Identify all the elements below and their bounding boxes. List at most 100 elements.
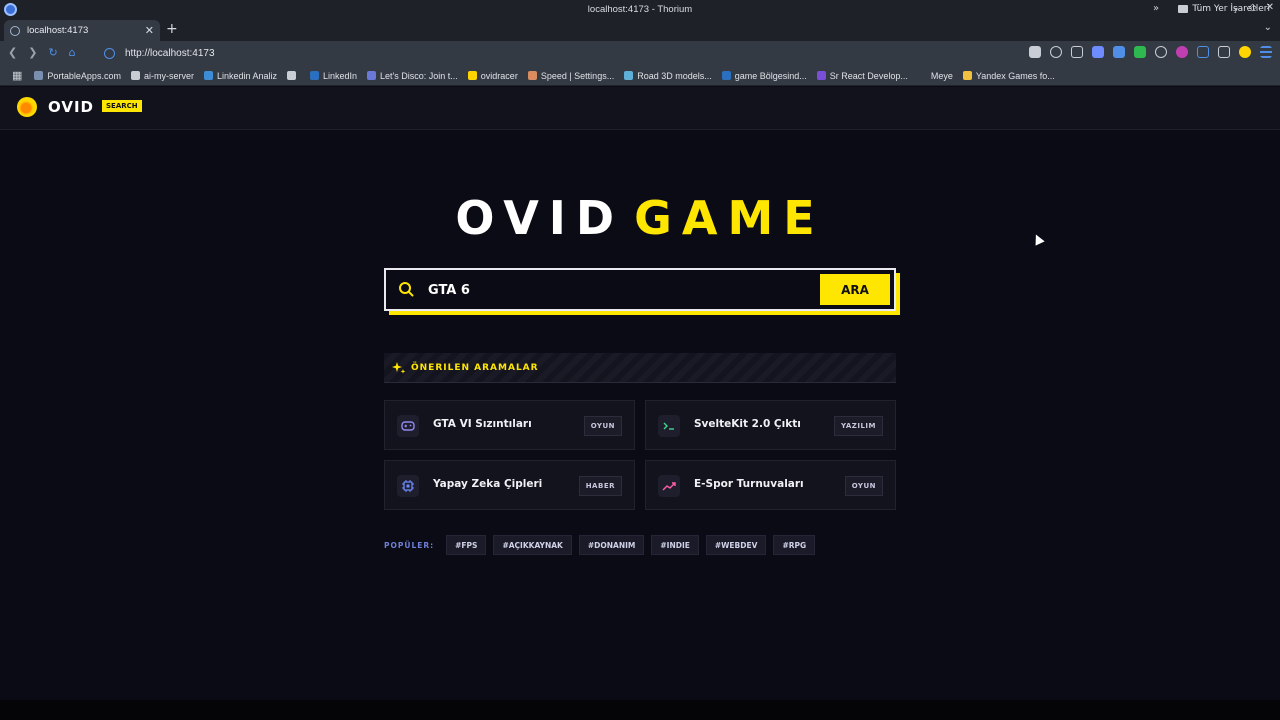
tag-chip-fps[interactable]: #FPS xyxy=(446,535,487,555)
bookmark-label: Road 3D models... xyxy=(637,70,712,81)
bookmark-item[interactable]: Speed | Settings... xyxy=(527,70,615,81)
search-input[interactable] xyxy=(428,279,808,301)
search-box: ARA xyxy=(384,268,896,311)
logo-icon[interactable] xyxy=(17,97,37,117)
tag-chip-donanim[interactable]: #DONANIM xyxy=(578,535,645,555)
forward-icon[interactable]: ❯ xyxy=(28,46,37,59)
folder-icon xyxy=(1178,5,1189,13)
site-header: OVID SEARCH xyxy=(0,87,1280,130)
close-tab-icon[interactable]: ✕ xyxy=(145,24,154,37)
new-tab-icon[interactable]: + xyxy=(166,21,178,37)
bookmark-item[interactable]: Let's Disco: Join t... xyxy=(367,71,458,81)
shield-extension-icon[interactable] xyxy=(1092,46,1104,58)
bookmark-favicon-icon xyxy=(917,71,927,80)
site-info-icon[interactable] xyxy=(104,48,115,59)
bookmark-favicon-icon xyxy=(962,71,972,80)
suggestion-title: GTA VI Sızıntıları xyxy=(433,418,532,430)
circle-extension-icon[interactable] xyxy=(1176,46,1188,58)
bookmark-item[interactable]: game Bölgesind... xyxy=(721,70,807,81)
window-title: localhost:4173 - Thorium xyxy=(587,4,693,15)
bottom-bar xyxy=(0,700,1280,720)
suggestion-tag: HABER xyxy=(578,476,622,496)
suggestion-card-esports[interactable]: E-Spor Turnuvaları OYUN xyxy=(645,460,896,510)
bookmark-label: game Bölgesind... xyxy=(734,70,807,81)
address-bar[interactable]: http://localhost:4173 xyxy=(100,44,980,63)
bookmark-favicon-icon xyxy=(203,71,213,80)
share-icon[interactable] xyxy=(1050,46,1062,58)
bookmark-label: Speed | Settings... xyxy=(540,70,615,81)
tag-chip-webdev[interactable]: #WEBDEV xyxy=(705,535,767,555)
bookmark-item[interactable]: ai-my-server xyxy=(130,70,194,81)
bookmark-item[interactable]: Sr React Develop... xyxy=(816,70,908,81)
back-icon[interactable]: ❮ xyxy=(8,46,17,59)
translate-extension-icon[interactable] xyxy=(1113,46,1125,58)
bookmark-favicon-icon xyxy=(624,71,634,80)
menu-icon[interactable] xyxy=(1260,46,1272,58)
sparkle-icon xyxy=(392,361,406,374)
thorium-app-icon xyxy=(4,3,17,16)
browser-toolbar: ❮ ❯ ↻ ⌂ http://localhost:4173 xyxy=(0,41,1280,66)
bookmark-label: PortableApps.com xyxy=(47,70,121,81)
address-url[interactable]: http://localhost:4173 xyxy=(125,48,215,59)
bookmark-item[interactable]: ovidracer xyxy=(467,71,518,81)
bookmark-label: Yandex Games fo... xyxy=(975,70,1055,81)
bookmark-item[interactable]: Road 3D models... xyxy=(624,71,712,81)
tag-chip-rpg[interactable]: #RPG xyxy=(773,535,816,555)
bookmark-favicon-icon xyxy=(34,71,44,80)
bookmark-label: Sr React Develop... xyxy=(829,70,908,81)
tab-localhost[interactable]: localhost:4173 ✕ xyxy=(4,20,160,41)
bookmarks-bar: ▦ PortableApps.com ai-my-server Linkedin A… xyxy=(0,66,1280,86)
suggestion-title: E-Spor Turnuvaları xyxy=(694,478,804,490)
bookmark-label: ai-my-server xyxy=(143,70,194,81)
more-bookmarks-icon[interactable]: » xyxy=(1153,3,1159,14)
tab-title: localhost:4173 xyxy=(27,25,89,36)
cast-icon[interactable] xyxy=(1029,46,1041,58)
bookmark-favicon-icon xyxy=(467,71,477,80)
bookmark-item[interactable]: Yandex Games fo... xyxy=(962,70,1055,81)
logo-text[interactable]: OVID xyxy=(48,98,94,116)
suggestion-title: Yapay Zeka Çipleri xyxy=(433,478,543,490)
bookmark-item[interactable]: LinkedIn xyxy=(310,71,357,81)
bookmark-favicon-icon xyxy=(287,71,297,80)
search-button[interactable]: ARA xyxy=(820,274,890,305)
reload-icon[interactable]: ↻ xyxy=(48,46,57,59)
bookmark-item[interactable]: PortableApps.com xyxy=(34,71,121,81)
hero-word-game: GAME xyxy=(634,191,825,245)
bookmark-label: Linkedin Analiz xyxy=(216,70,278,81)
bookmark-favicon-icon xyxy=(816,71,826,80)
logo-badge: SEARCH xyxy=(102,100,142,112)
bookmark-favicon-icon xyxy=(130,71,140,80)
bookmark-label: LinkedIn xyxy=(323,70,358,81)
tag-chip-indie[interactable]: #INDIE xyxy=(651,535,699,555)
bookmark-favicon-icon xyxy=(527,71,537,80)
popular-label: POPÜLER: xyxy=(384,540,435,550)
hero-title: OVID GAME xyxy=(0,191,1280,245)
apps-grid-icon[interactable]: ▦ xyxy=(12,69,22,82)
gear-extension-icon[interactable] xyxy=(1155,46,1167,58)
all-bookmarks-label: Tüm Yer İşaretleri xyxy=(1192,4,1270,14)
hero-word-ovid: OVID xyxy=(455,191,625,245)
bookmark-item[interactable] xyxy=(287,71,300,80)
download-extension-icon[interactable] xyxy=(1134,46,1146,58)
bookmark-label: Let's Disco: Join t... xyxy=(380,70,458,81)
suggestion-card-sveltekit[interactable]: SvelteKit 2.0 Çıktı YAZILIM xyxy=(645,400,896,450)
puzzle-extension-icon[interactable] xyxy=(1197,46,1209,58)
home-icon[interactable]: ⌂ xyxy=(69,46,76,59)
bookmark-favicon-icon xyxy=(310,71,320,80)
bookmark-favicon-icon xyxy=(367,71,377,80)
globe-icon xyxy=(10,25,20,36)
flask-icon[interactable] xyxy=(1218,46,1230,58)
chip-icon xyxy=(397,475,419,497)
bookmark-favicon-icon xyxy=(721,71,731,80)
tag-chip-acikkaynak[interactable]: #AÇIKKAYNAK xyxy=(493,535,572,555)
bookmark-star-icon[interactable] xyxy=(1071,46,1083,58)
bookmark-item[interactable]: Meye xyxy=(917,70,953,81)
bookmark-item[interactable]: Linkedin Analiz xyxy=(203,70,278,81)
tab-search-icon[interactable]: ⌄ xyxy=(1264,22,1272,33)
suggestion-card-ai-chips[interactable]: Yapay Zeka Çipleri HABER xyxy=(384,460,635,510)
suggestion-card-gta[interactable]: GTA VI Sızıntıları OYUN xyxy=(384,400,635,450)
window-titlebar: localhost:4173 - Thorium ⌄ ◇ ✕ xyxy=(0,0,1280,19)
all-bookmarks-folder[interactable]: Tüm Yer İşaretleri xyxy=(1178,4,1270,14)
profile-avatar-icon[interactable] xyxy=(1239,46,1251,58)
bookmark-label: Meye xyxy=(930,70,953,81)
